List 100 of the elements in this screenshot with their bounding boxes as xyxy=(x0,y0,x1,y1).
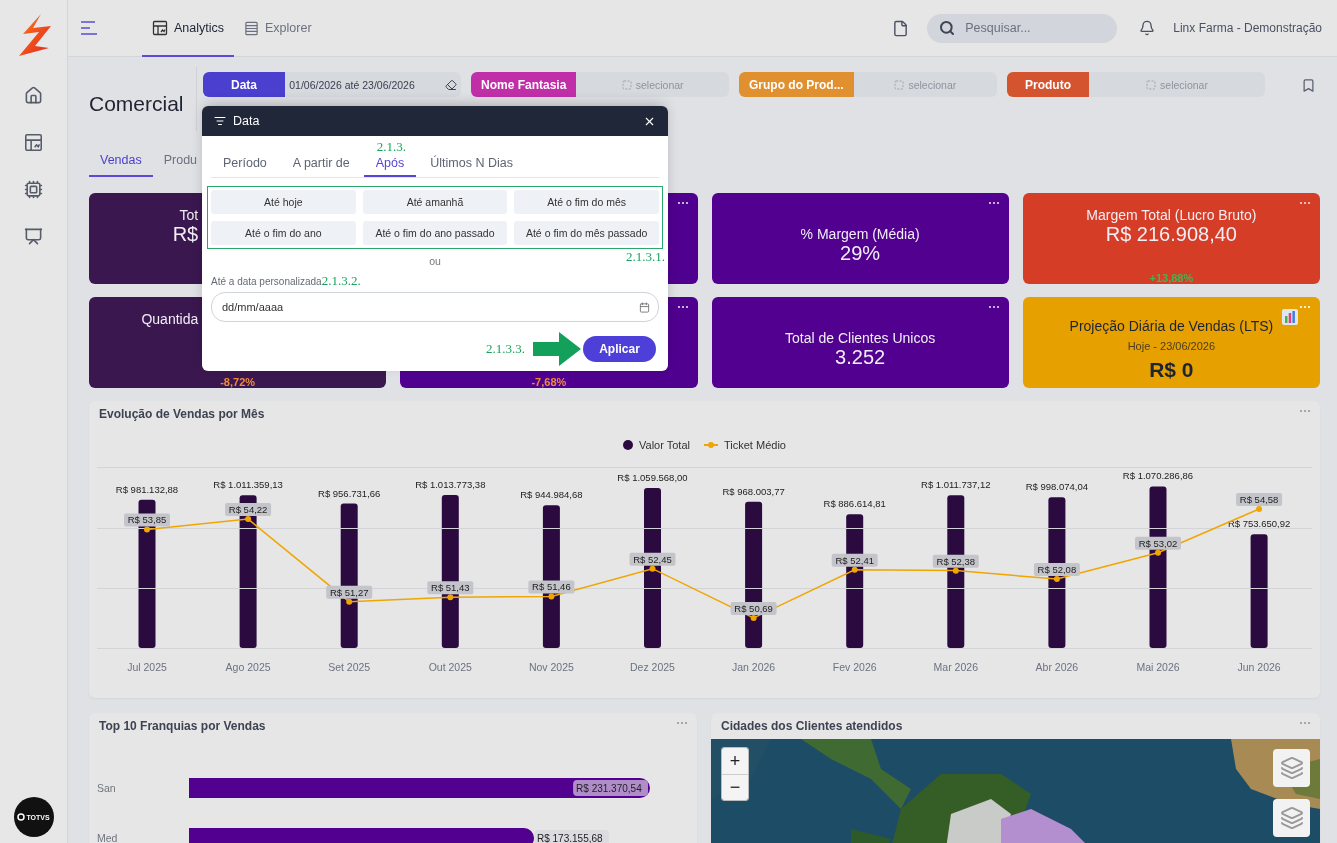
data-label: R$ 51,43 xyxy=(427,581,474,595)
axis-label: Jul 2025 xyxy=(127,661,167,673)
zoom-in-button[interactable]: + xyxy=(722,748,748,774)
data-label: R$ 52,45 xyxy=(629,552,676,566)
data-label: R$ 51,27 xyxy=(326,585,373,599)
nav-tab[interactable]: Explorer xyxy=(234,0,322,57)
legend-marker xyxy=(623,440,634,450)
filter-chip[interactable]: Data 01/06/2026 até 23/06/2026 xyxy=(203,72,461,97)
arrow-icon xyxy=(533,332,581,366)
select-icon xyxy=(894,79,905,90)
preset-button[interactable]: Até o fim do mês passado xyxy=(514,221,659,245)
data-label: R$ 54,22 xyxy=(228,504,268,516)
filter-placeholder: selecionar xyxy=(576,72,729,97)
more-icon[interactable] xyxy=(987,201,1000,205)
table-icon xyxy=(244,20,260,36)
panel-title: Evolução de Vendas por Mês xyxy=(98,406,266,423)
data-label: R$ 51,46 xyxy=(532,581,571,593)
axis-label: Jan 2026 xyxy=(732,661,776,673)
dialog-tab[interactable]: A partir de xyxy=(280,136,362,177)
data-label: R$ 52,41 xyxy=(835,554,874,566)
dialog-title: Data xyxy=(233,114,261,128)
panel-title: Cidades dos Clientes atendidos xyxy=(720,718,904,735)
data-label: R$ 1.070.286,86 xyxy=(1122,470,1194,482)
chip-icon[interactable] xyxy=(24,180,43,199)
data-label: R$ 52,38 xyxy=(936,555,976,567)
file-icon[interactable] xyxy=(892,19,910,37)
kpi-change: -7,68% xyxy=(531,377,567,388)
preset-button[interactable]: Até o fim do ano xyxy=(211,221,356,245)
data-label: R$ 50,69 xyxy=(734,603,773,614)
account-name[interactable]: Linx Farma - Demonstração xyxy=(1173,21,1322,35)
axis-label: Set 2025 xyxy=(328,661,371,673)
more-icon[interactable] xyxy=(987,305,1000,309)
data-label: R$ 51,43 xyxy=(431,582,470,594)
kpi-title: Total de Clientes Unicos xyxy=(785,330,936,346)
preset-button[interactable]: Até o fim do ano passado xyxy=(362,221,508,245)
data-label: R$ 1.013.773,38 xyxy=(415,478,486,490)
data-label: R$ 1.011.737,12 xyxy=(921,479,991,491)
kpi-change: +13,88% xyxy=(1149,273,1194,284)
filter-label: Nome Fantasia xyxy=(471,72,577,97)
more-icon[interactable] xyxy=(676,201,689,205)
filter-chip[interactable]: Nome Fantasia selecionar xyxy=(471,72,729,97)
presentation-icon[interactable] xyxy=(24,227,43,246)
kpi-subtitle: Hoje - 23/06/2026 xyxy=(1127,339,1216,352)
search-input[interactable]: Pesquisar... xyxy=(963,20,1098,36)
axis-label: Nov 2025 xyxy=(528,661,574,673)
preset-button[interactable]: Até hoje xyxy=(211,190,356,214)
menu-icon[interactable] xyxy=(80,20,98,36)
date-input[interactable]: dd/mm/aaaa xyxy=(220,300,314,314)
annotation-label: 2.1.3.1. xyxy=(626,249,665,265)
data-label: R$ 753.650,92 xyxy=(1227,518,1291,530)
preset-button[interactable]: Até amanhã xyxy=(362,190,508,214)
data-label: R$ 54,22 xyxy=(225,503,272,517)
data-label: R$ 886.614,81 xyxy=(823,498,886,510)
legend-label: Ticket Médio xyxy=(724,439,786,451)
dialog-tab[interactable]: Últimos N Dias xyxy=(418,136,525,177)
search-field[interactable]: Pesquisar... xyxy=(927,13,1118,43)
kpi-title: % Margem (Média) xyxy=(800,226,920,242)
axis-label: Fev 2026 xyxy=(832,661,877,673)
filter-chip[interactable]: Produto selecionar xyxy=(1007,72,1265,97)
preset-button[interactable]: Até o fim do mês xyxy=(514,190,659,214)
layers-button[interactable] xyxy=(1273,799,1310,837)
data-label: R$ 1.059.568,00 xyxy=(617,472,688,483)
calendar-icon xyxy=(639,301,650,313)
filter-label: Data xyxy=(203,72,285,97)
data-label: R$ 173.155,68 xyxy=(537,833,604,843)
separator-text: ou xyxy=(429,255,441,267)
axis-label: Mar 2026 xyxy=(933,661,978,673)
data-label: R$ 50,69 xyxy=(730,602,777,615)
bell-icon[interactable] xyxy=(1139,20,1156,36)
kpi-value: 29% xyxy=(840,242,881,265)
data-label: R$ 53,02 xyxy=(1135,536,1181,550)
axis-label: Dez 2025 xyxy=(630,661,675,673)
more-icon[interactable] xyxy=(676,305,689,309)
filter-label: Grupo do Prod... xyxy=(739,72,854,97)
page-tab[interactable]: Vendas xyxy=(89,137,153,177)
field-label: Até a data personalizada xyxy=(211,276,322,287)
page-title: Comercial xyxy=(89,91,184,116)
page-tab[interactable]: Produ xyxy=(152,137,209,177)
home-icon[interactable] xyxy=(24,86,43,105)
eraser-icon[interactable] xyxy=(444,78,457,91)
category-label: Med xyxy=(97,832,118,843)
data-label: R$ 52,38 xyxy=(932,554,979,568)
layers-icon xyxy=(1279,806,1304,830)
date-field[interactable]: dd/mm/aaaa xyxy=(211,292,659,322)
zoom-out-button[interactable]: − xyxy=(722,774,748,800)
kpi-value: R$ 216.908,40 xyxy=(1105,223,1237,246)
filter-icon xyxy=(214,115,226,127)
category-label: San xyxy=(97,782,116,794)
axis-label: Jun 2026 xyxy=(1237,661,1281,673)
nav-tab[interactable]: Analytics xyxy=(142,0,235,57)
axis-label: Out 2025 xyxy=(428,661,472,673)
data-label: R$ 968.003,77 xyxy=(722,485,785,497)
layers-button[interactable] xyxy=(1273,749,1310,787)
apply-button[interactable]: Aplicar xyxy=(583,336,656,362)
bookmark-icon[interactable] xyxy=(1301,78,1316,93)
dashboard-icon xyxy=(152,20,168,36)
more-icon[interactable] xyxy=(1299,201,1311,205)
dialog-tab[interactable]: Período xyxy=(211,136,279,177)
annotation-label: 2.1.3.3. xyxy=(486,341,525,357)
data-label: R$ 51,46 xyxy=(528,580,575,594)
